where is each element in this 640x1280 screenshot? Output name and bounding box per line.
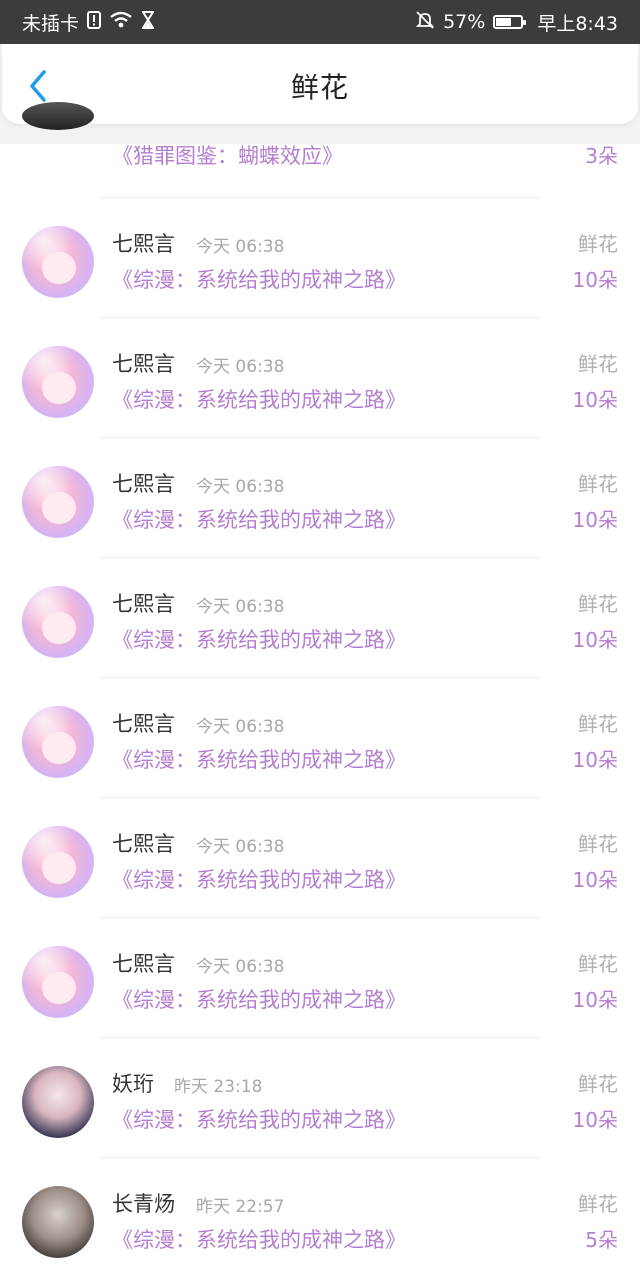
avatar	[22, 826, 94, 898]
flower-count: 5朵	[585, 1228, 618, 1252]
battery-icon	[493, 15, 527, 29]
sim-alert-icon	[87, 10, 102, 34]
timestamp: 今天 06:38	[196, 837, 285, 857]
list-item[interactable]: 七熙言 今天 06:38 《综漫：系统给我的成神之路》 鲜花 10朵	[0, 798, 640, 918]
timestamp: 昨天 22:57	[196, 1197, 285, 1217]
flower-count: 10朵	[572, 268, 618, 292]
flower-count: 3朵	[585, 144, 618, 168]
avatar	[22, 466, 94, 538]
book-title[interactable]: 《综漫：系统给我的成神之路》	[112, 624, 406, 654]
book-title[interactable]: 《综漫：系统给我的成神之路》	[112, 1224, 406, 1254]
book-title[interactable]: 《综漫：系统给我的成神之路》	[112, 504, 406, 534]
list-item[interactable]: 七熙言 今天 06:38 《综漫：系统给我的成神之路》 鲜花 10朵	[0, 318, 640, 438]
avatar	[22, 346, 94, 418]
list-item[interactable]: 七熙言 今天 06:38 《综漫：系统给我的成神之路》 鲜花 10朵	[0, 678, 640, 798]
book-title[interactable]: 《综漫：系统给我的成神之路》	[112, 864, 406, 894]
hourglass-icon	[141, 10, 155, 34]
book-title[interactable]: 《综漫：系统给我的成神之路》	[112, 1104, 406, 1134]
flower-count: 10朵	[572, 1108, 618, 1132]
flower-count: 10朵	[572, 508, 618, 532]
book-title[interactable]: 《综漫：系统给我的成神之路》	[112, 984, 406, 1014]
avatar	[22, 1066, 94, 1138]
list-item-partial[interactable]: 《猎罪图鉴：蝴蝶效应》 3朵	[0, 78, 640, 198]
list-item[interactable]: 七熙言 今天 06:38 《综漫：系统给我的成神之路》 鲜花 10朵	[0, 558, 640, 678]
book-title[interactable]: 《综漫：系统给我的成神之路》	[112, 384, 406, 414]
list-item[interactable]: 七熙言 今天 06:38 《综漫：系统给我的成神之路》 鲜花 10朵	[0, 198, 640, 318]
user-name: 七熙言	[112, 952, 175, 976]
user-name: 七熙言	[112, 472, 175, 496]
clock: 早上8:43	[537, 12, 618, 35]
sim-status-text: 未插卡	[22, 12, 80, 35]
user-name: 妖珩	[112, 1072, 154, 1096]
avatar	[22, 1186, 94, 1258]
flower-count: 10朵	[572, 388, 618, 412]
list-item[interactable]: 妖珩 昨天 23:18 《综漫：系统给我的成神之路》 鲜花 10朵	[0, 1038, 640, 1158]
user-name: 七熙言	[112, 352, 175, 376]
gift-type: 鲜花	[578, 1192, 618, 1216]
avatar	[22, 706, 94, 778]
gift-type: 鲜花	[578, 1072, 618, 1096]
list-item[interactable]: 长青炀 昨天 22:57 《综漫：系统给我的成神之路》 鲜花 5朵	[0, 1158, 640, 1278]
timestamp: 今天 06:38	[196, 717, 285, 737]
book-title[interactable]: 《猎罪图鉴：蝴蝶效应》	[112, 140, 343, 170]
book-title[interactable]: 《综漫：系统给我的成神之路》	[112, 264, 406, 294]
avatar	[22, 586, 94, 658]
timestamp: 昨天 23:18	[174, 1077, 263, 1097]
flower-count: 10朵	[572, 628, 618, 652]
gift-type: 鲜花	[578, 472, 618, 496]
avatar	[22, 946, 94, 1018]
timestamp: 今天 06:38	[196, 957, 285, 977]
user-name: 七熙言	[112, 232, 175, 256]
timestamp: 今天 06:38	[196, 237, 285, 257]
user-name: 七熙言	[112, 832, 175, 856]
user-name: 七熙言	[112, 712, 175, 736]
gift-type: 鲜花	[578, 352, 618, 376]
gift-type: 鲜花	[578, 232, 618, 256]
avatar	[22, 226, 94, 298]
flower-count: 10朵	[572, 988, 618, 1012]
mute-bell-icon	[415, 10, 435, 35]
gift-type: 鲜花	[578, 592, 618, 616]
gift-type: 鲜花	[578, 952, 618, 976]
flower-count: 10朵	[572, 868, 618, 892]
list-item[interactable]: 七熙言 今天 06:38 《综漫：系统给我的成神之路》 鲜花 10朵	[0, 438, 640, 558]
status-bar: 未插卡 57% 早上8:43	[0, 0, 640, 44]
list-item[interactable]: 七熙言 今天 06:38 《综漫：系统给我的成神之路》 鲜花 10朵	[0, 918, 640, 1038]
user-name: 七熙言	[112, 592, 175, 616]
timestamp: 今天 06:38	[196, 357, 285, 377]
flower-count: 10朵	[572, 748, 618, 772]
timestamp: 今天 06:38	[196, 597, 285, 617]
wifi-icon	[109, 11, 133, 34]
timestamp: 今天 06:38	[196, 477, 285, 497]
avatar	[22, 102, 94, 130]
battery-percent: 57%	[443, 11, 486, 33]
gift-type: 鲜花	[578, 712, 618, 736]
book-title[interactable]: 《综漫：系统给我的成神之路》	[112, 744, 406, 774]
gift-type: 鲜花	[578, 832, 618, 856]
user-name: 长青炀	[112, 1192, 175, 1216]
